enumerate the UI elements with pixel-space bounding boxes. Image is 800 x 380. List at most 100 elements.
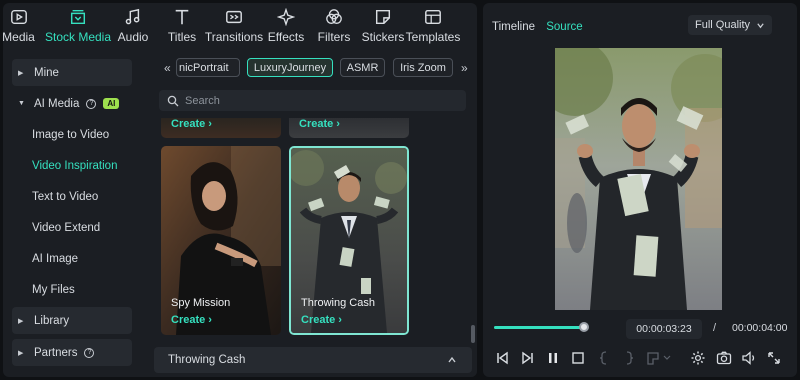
- tag-item[interactable]: Iris Zoom: [393, 58, 453, 77]
- top-toolbar: Media Stock Media Audio Titles Transitio…: [3, 3, 477, 48]
- sidebar-item-video-extend[interactable]: Video Extend: [32, 222, 100, 234]
- toolbar-label: Media: [3, 30, 35, 44]
- stop-icon: [572, 352, 584, 364]
- video-editor-app: Media Stock Media Audio Titles Transitio…: [0, 0, 800, 380]
- sidebar-ai-media[interactable]: ▼ AI Media ? AI: [12, 90, 132, 117]
- toolbar-audio-button[interactable]: Audio: [118, 3, 148, 48]
- step-forward-icon: [522, 351, 533, 365]
- sidebar-mine[interactable]: ▶ Mine: [12, 59, 132, 86]
- sidebar-group-label: Library: [34, 314, 70, 327]
- sidebar-partners[interactable]: ▶ Partners ?: [12, 339, 132, 366]
- caret-right-icon: ▶: [18, 69, 24, 77]
- progress-handle[interactable]: [579, 322, 590, 332]
- toolbar-transitions-button[interactable]: Transitions: [205, 3, 263, 48]
- fullscreen-button[interactable]: [766, 350, 782, 366]
- create-link[interactable]: Create ›: [299, 118, 340, 130]
- expand-icon: [768, 352, 780, 364]
- pause-icon: [549, 353, 557, 363]
- toolbar-filters-button[interactable]: Filters: [317, 3, 351, 48]
- chevron-down-icon: [757, 23, 764, 29]
- tab-timeline[interactable]: Timeline: [492, 21, 535, 33]
- video-card-throwing-cash[interactable]: Throwing Cash Create ›: [289, 146, 409, 335]
- sidebar-item-video-inspiration[interactable]: Video Inspiration: [32, 160, 117, 172]
- marker-icon: [647, 352, 671, 365]
- progress-fill: [494, 326, 585, 329]
- next-frame-button[interactable]: [520, 350, 536, 366]
- preview-panel: Timeline Source Full Quality 00:00:03:23…: [483, 3, 797, 377]
- toolbar-label: Templates: [405, 30, 461, 44]
- toolbar-stock-media-button[interactable]: Stock Media: [44, 3, 112, 48]
- tag-item[interactable]: ASMR: [340, 58, 385, 77]
- toolbar-titles-button[interactable]: Titles: [167, 3, 197, 48]
- sidebar-item-ai-image[interactable]: AI Image: [32, 253, 78, 265]
- pause-button[interactable]: [545, 350, 561, 366]
- sidebar-item-my-files[interactable]: My Files: [32, 284, 75, 296]
- toolbar-label: Effects: [267, 30, 305, 44]
- timecode-separator: /: [713, 322, 717, 334]
- stock-media-icon: [70, 9, 86, 25]
- volume-button[interactable]: [741, 350, 757, 366]
- filters-icon: [326, 9, 342, 24]
- camera-icon: [716, 351, 732, 365]
- scrollbar-thumb[interactable]: [471, 325, 475, 343]
- tag-item[interactable]: nicPortrait: [176, 58, 240, 77]
- create-label: Create: [301, 314, 336, 326]
- help-icon[interactable]: ?: [84, 347, 95, 358]
- playback-progress[interactable]: [494, 322, 590, 332]
- create-label: Create: [171, 314, 206, 326]
- video-card-spy-mission[interactable]: Spy Mission Create ›: [161, 146, 281, 335]
- search-input[interactable]: [185, 94, 445, 107]
- selected-item-bar[interactable]: Throwing Cash: [154, 347, 472, 373]
- caret-right-icon: ▶: [18, 349, 24, 357]
- previous-frame-button[interactable]: [494, 350, 510, 366]
- chevron-left-icon[interactable]: «: [164, 61, 171, 75]
- tag-item-active[interactable]: LuxuryJourney: [247, 58, 333, 77]
- media-library-panel: Media Stock Media Audio Titles Transitio…: [3, 3, 477, 377]
- toolbar-stickers-button[interactable]: Stickers: [362, 3, 404, 48]
- selected-item-title: Throwing Cash: [168, 354, 246, 366]
- stop-button[interactable]: [570, 350, 586, 366]
- quality-value: Full Quality: [695, 19, 751, 31]
- toolbar-label: Transitions: [204, 30, 264, 44]
- mark-in-button[interactable]: [596, 350, 612, 366]
- templates-icon: [425, 9, 441, 25]
- text-t-icon: [175, 9, 189, 25]
- caret-down-icon: ▼: [18, 100, 25, 107]
- toolbar-templates-button[interactable]: Templates: [406, 3, 460, 48]
- quality-dropdown[interactable]: Full Quality: [688, 15, 772, 35]
- card-title: Spy Mission: [171, 297, 231, 309]
- toolbar-media-button[interactable]: Media: [3, 3, 35, 48]
- video-card-partial[interactable]: Create ›: [161, 118, 281, 138]
- chevron-right-icon[interactable]: »: [461, 61, 468, 75]
- help-icon[interactable]: ?: [86, 98, 97, 109]
- toolbar-effects-button[interactable]: Effects: [267, 3, 305, 48]
- create-link[interactable]: Create ›: [301, 314, 342, 326]
- search-icon: [167, 95, 179, 106]
- marker-dropdown[interactable]: [646, 350, 672, 366]
- toolbar-label: Filters: [317, 30, 351, 44]
- chevron-up-icon[interactable]: [447, 355, 457, 365]
- stock-content-area: « nicPortrait LuxuryJourney ASMR Iris Zo…: [151, 52, 477, 377]
- tab-source[interactable]: Source: [546, 21, 582, 33]
- create-label: Create: [171, 118, 206, 130]
- transitions-icon: [226, 10, 242, 24]
- snapshot-button[interactable]: [716, 350, 732, 366]
- settings-button[interactable]: [690, 350, 706, 366]
- create-link[interactable]: Create ›: [171, 118, 212, 130]
- create-link[interactable]: Create ›: [171, 314, 212, 326]
- sidebar-item-image-to-video[interactable]: Image to Video: [32, 129, 109, 141]
- preview-tabs: Timeline Source: [492, 21, 591, 33]
- sticker-icon: [375, 9, 391, 25]
- toolbar-label: Stickers: [361, 30, 405, 44]
- mark-out-button[interactable]: [621, 350, 637, 366]
- video-preview[interactable]: [555, 48, 722, 310]
- create-label: Create: [299, 118, 334, 130]
- current-timecode[interactable]: 00:00:03:23: [626, 319, 702, 339]
- toolbar-label: Titles: [167, 30, 197, 44]
- brace-left-icon: [599, 351, 607, 365]
- sidebar-item-text-to-video[interactable]: Text to Video: [32, 191, 98, 203]
- toolbar-label: Stock Media: [44, 30, 112, 44]
- sidebar-library[interactable]: ▶ Library: [12, 307, 132, 334]
- video-card-partial[interactable]: Create ›: [289, 118, 409, 138]
- brace-right-icon: [626, 351, 634, 365]
